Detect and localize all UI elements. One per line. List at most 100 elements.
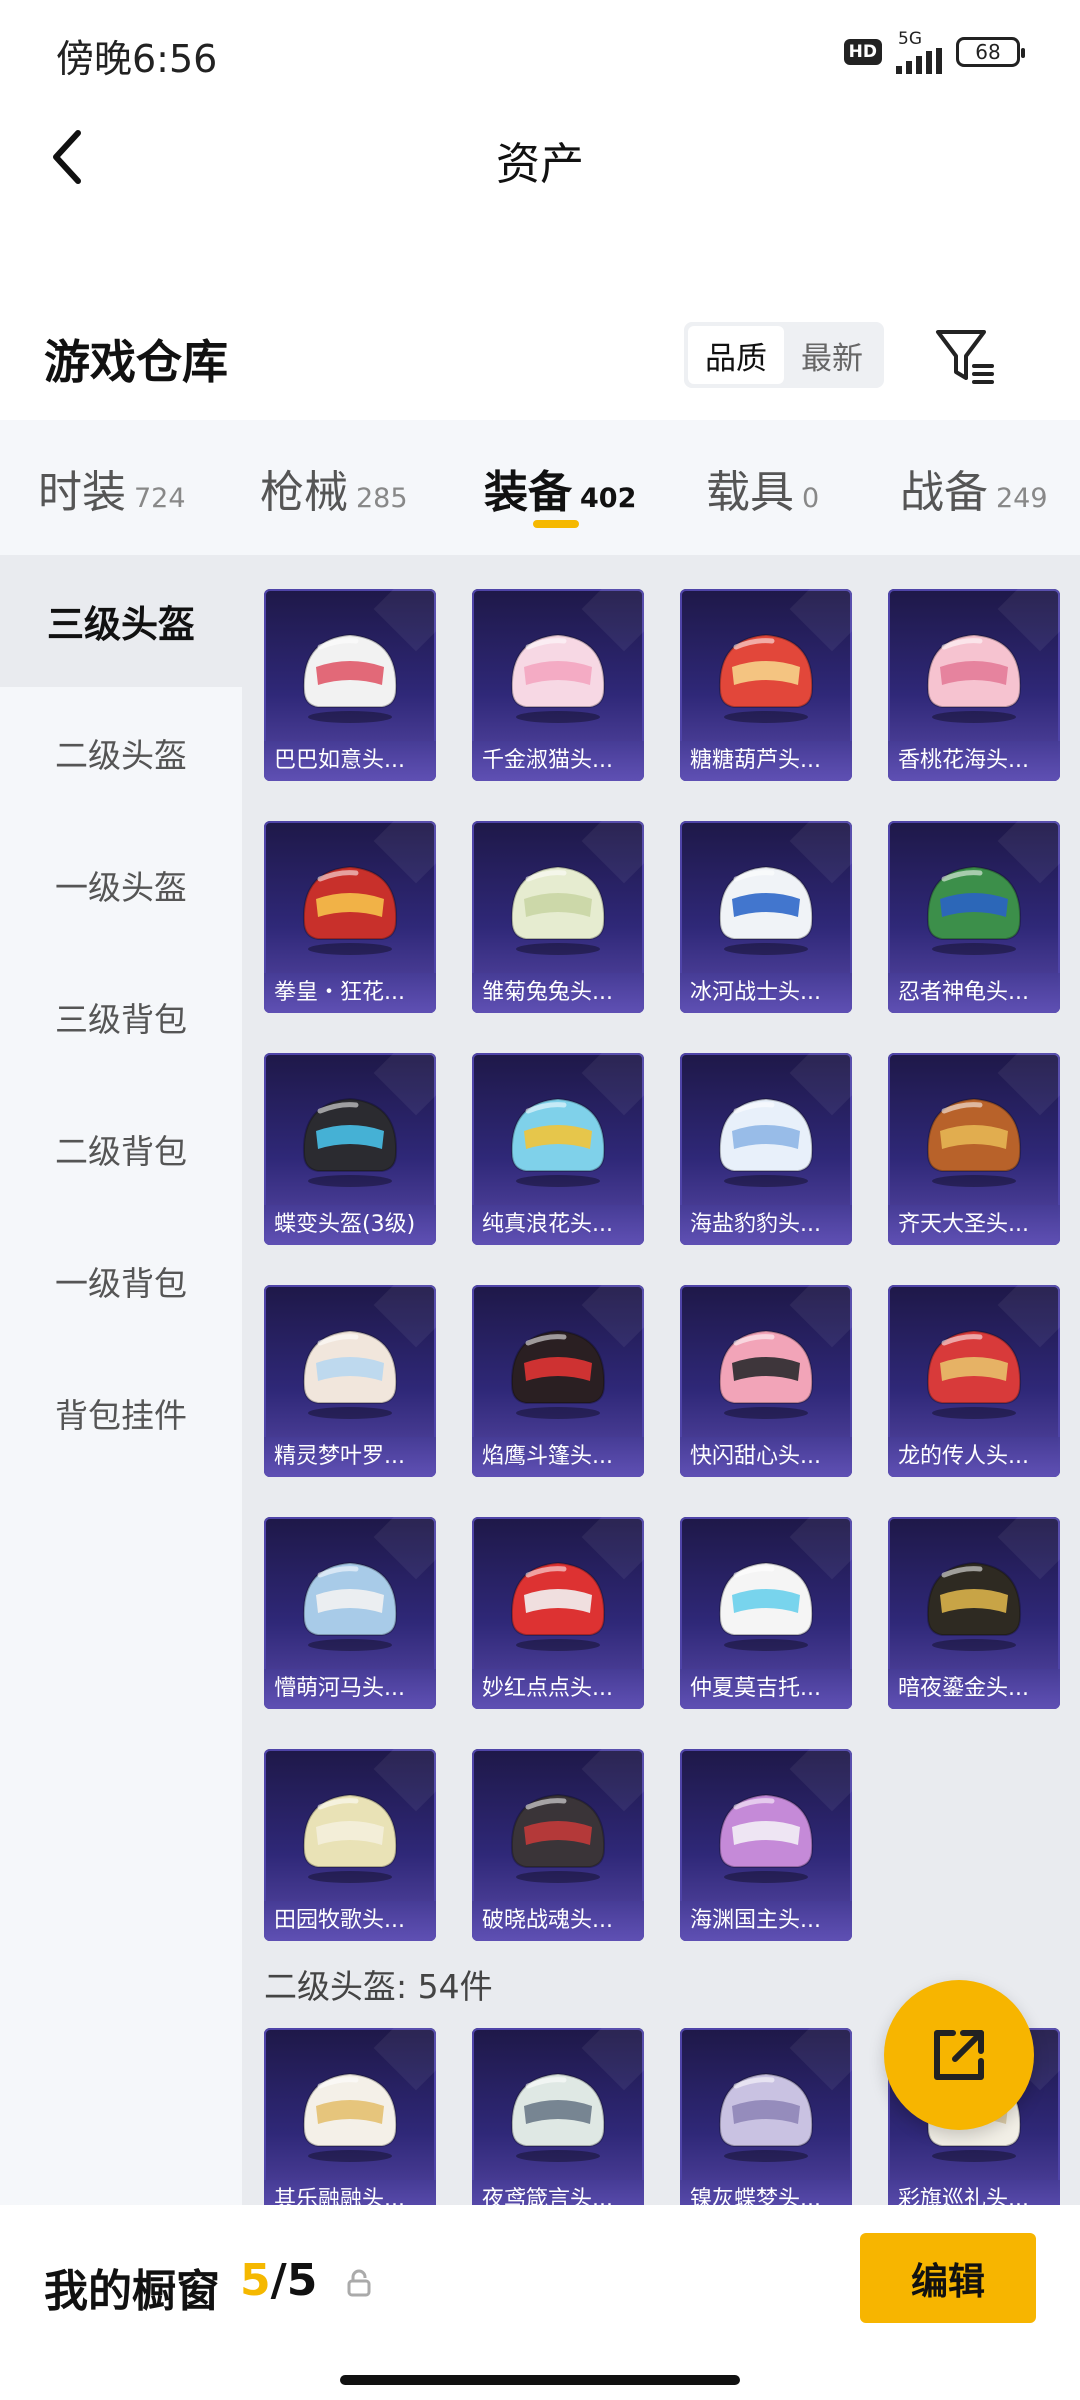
edit-button[interactable]: 编辑 [860,2233,1036,2323]
item-card[interactable]: 巴巴如意头... [264,589,436,781]
helmet-icon [926,865,1022,955]
item-name: 拳皇・狂花... [264,973,436,1013]
share-button[interactable] [884,1980,1034,2130]
item-card[interactable]: 忍者神龟头... [888,821,1060,1013]
item-name: 千金淑猫头... [472,741,644,781]
item-card[interactable]: 龙的传人头... [888,1285,1060,1477]
tab-label: 战备 [900,467,988,518]
hd-badge: HD [843,39,882,65]
sort-toggle: 品质 最新 [684,322,884,388]
helmet-icon [926,1561,1022,1651]
status-bar: 傍晚6:56 HD 5G 68 [0,0,1080,100]
item-card[interactable]: 暗夜鎏金头... [888,1517,1060,1709]
item-card[interactable]: 蝶变头盔(3级) [264,1053,436,1245]
item-name: 焰鹰斗篷头... [472,1437,644,1477]
item-card[interactable]: 其乐融融头... [264,2028,436,2205]
item-card[interactable]: 千金淑猫头... [472,589,644,781]
helmet-icon [302,2072,398,2162]
item-name: 田园牧歌头... [264,1901,436,1941]
helmet-icon [718,1561,814,1651]
item-name: 雏菊兔兔头... [472,973,644,1013]
item-name: 冰河战士头... [680,973,852,1013]
active-tab-indicator [533,520,579,528]
item-card[interactable]: 懵萌河马头... [264,1517,436,1709]
tab-guns[interactable]: 枪械 285 [260,456,408,520]
helmet-icon [718,1097,814,1187]
tab-equipment[interactable]: 装备 402 [484,456,636,520]
sort-latest-button[interactable]: 最新 [784,326,880,384]
item-name: 快闪甜心头... [680,1437,852,1477]
item-card[interactable]: 糖糖葫芦头... [680,589,852,781]
item-card[interactable]: 冰河战士头... [680,821,852,1013]
item-grid: 巴巴如意头... 千金淑猫头... 糖糖葫芦头... 香桃花海头... 拳皇・狂花...… [264,589,1060,1941]
helmet-icon [510,1329,606,1419]
tab-label: 装备 [484,467,572,518]
network-indicator: 5G [896,30,942,74]
home-indicator [340,2375,740,2385]
item-card[interactable]: 妙红点点头... [472,1517,644,1709]
sidebar-item-level1-helmet[interactable]: 一级头盔 [0,819,242,951]
sidebar-item-backpack-pendant[interactable]: 背包挂件 [0,1347,242,1479]
item-name: 彩旗巡礼头... [888,2180,1060,2205]
item-card[interactable]: 田园牧歌头... [264,1749,436,1941]
helmet-icon [302,1793,398,1883]
status-time: 傍晚6:56 [56,37,218,81]
tab-count: 249 [996,483,1048,514]
sidebar-item-level1-backpack[interactable]: 一级背包 [0,1215,242,1347]
sidebar-item-level2-helmet[interactable]: 二级头盔 [0,687,242,819]
item-card[interactable]: 纯真浪花头... [472,1053,644,1245]
item-card[interactable]: 快闪甜心头... [680,1285,852,1477]
tab-fashion[interactable]: 时装 724 [38,456,186,520]
helmet-icon [718,1793,814,1883]
helmet-icon [510,1561,606,1651]
showcase-label: 我的橱窗 [44,2266,220,2317]
item-name: 忍者神龟头... [888,973,1060,1013]
helmet-icon [926,633,1022,723]
helmet-icon [302,1561,398,1651]
helmet-icon [718,1329,814,1419]
item-name: 纯真浪花头... [472,1205,644,1245]
tab-vehicles[interactable]: 载具 0 [706,456,819,520]
item-card[interactable]: 香桃花海头... [888,589,1060,781]
helmet-icon [302,1097,398,1187]
filter-icon[interactable] [930,320,1000,390]
helmet-icon [302,633,398,723]
item-card[interactable]: 破晓战魂头... [472,1749,644,1941]
showcase-count: 5/5 [240,2255,317,2306]
helmet-icon [718,633,814,723]
item-content: 巴巴如意头... 千金淑猫头... 糖糖葫芦头... 香桃花海头... 拳皇・狂花...… [242,555,1080,2205]
tab-label: 枪械 [260,467,348,518]
item-name: 懵萌河马头... [264,1669,436,1709]
item-name: 海盐豹豹头... [680,1205,852,1245]
tab-supplies[interactable]: 战备 249 [900,456,1048,520]
item-card[interactable]: 拳皇・狂花... [264,821,436,1013]
helmet-icon [302,865,398,955]
network-label: 5G [898,29,922,49]
helmet-icon [510,865,606,955]
item-card[interactable]: 仲夏莫吉托... [680,1517,852,1709]
item-card[interactable]: 夜鸢箴言头... [472,2028,644,2205]
item-name: 夜鸢箴言头... [472,2180,644,2205]
item-name: 香桃花海头... [888,741,1060,781]
lock-icon [346,2269,372,2297]
showcase-current: 5 [240,2255,271,2306]
item-card[interactable]: 雏菊兔兔头... [472,821,644,1013]
item-card[interactable]: 齐天大圣头... [888,1053,1060,1245]
sidebar-item-level2-backpack[interactable]: 二级背包 [0,1083,242,1215]
section-title-level2: 二级头盔: 54件 [264,1967,493,2006]
item-card[interactable]: 镍灰蝶梦头... [680,2028,852,2205]
helmet-icon [302,1329,398,1419]
item-card[interactable]: 焰鹰斗篷头... [472,1285,644,1477]
item-card[interactable]: 海渊国主头... [680,1749,852,1941]
helmet-icon [510,2072,606,2162]
showcase-separator: / [270,2255,287,2306]
tab-label: 时装 [38,467,126,518]
item-name: 齐天大圣头... [888,1205,1060,1245]
sidebar-item-level3-helmet[interactable]: 三级头盔 [0,555,242,687]
item-card[interactable]: 海盐豹豹头... [680,1053,852,1245]
helmet-icon [926,1097,1022,1187]
helmet-icon [718,2072,814,2162]
sort-quality-button[interactable]: 品质 [688,326,784,384]
sidebar-item-level3-backpack[interactable]: 三级背包 [0,951,242,1083]
item-card[interactable]: 精灵梦叶罗... [264,1285,436,1477]
